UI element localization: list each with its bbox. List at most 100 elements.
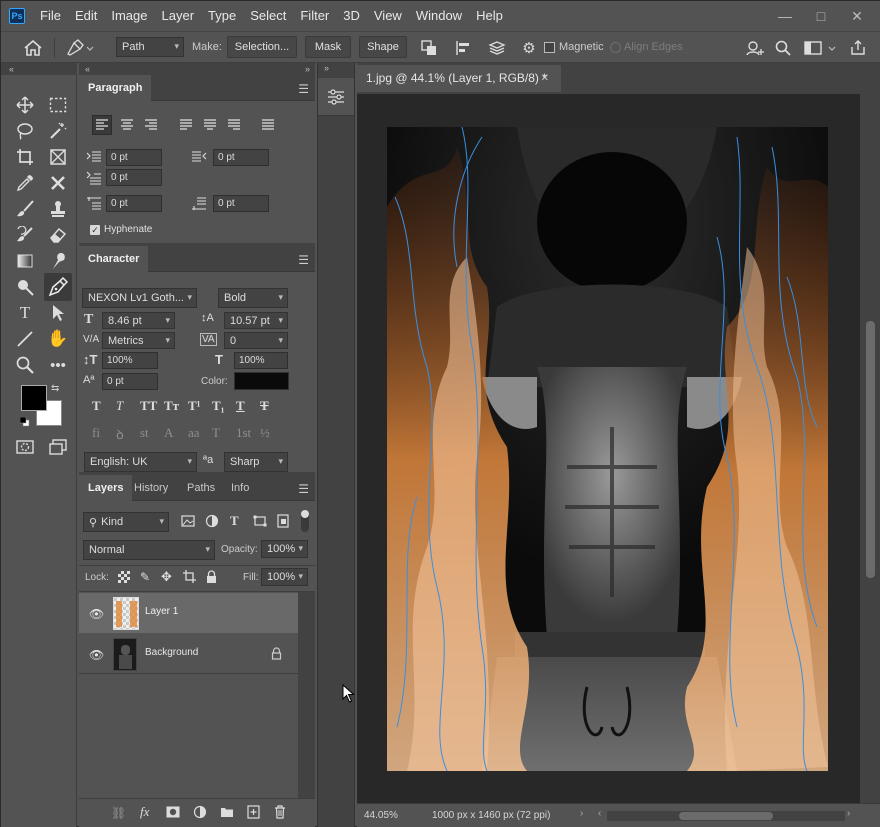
- subscript-button[interactable]: T₁: [212, 398, 225, 414]
- type-tool-icon[interactable]: T: [13, 301, 37, 325]
- path-arrangement-icon[interactable]: [485, 37, 509, 59]
- frame-tool-icon[interactable]: [46, 145, 70, 169]
- expand-strip-icon[interactable]: »: [324, 63, 329, 73]
- make-mask-button[interactable]: Mask: [305, 36, 351, 58]
- make-shape-button[interactable]: Shape: [359, 36, 407, 58]
- gradient-tool-icon[interactable]: [13, 249, 37, 273]
- visibility-eye-icon[interactable]: 👁: [89, 648, 104, 662]
- scroll-left-icon[interactable]: ‹: [598, 808, 601, 819]
- leading-input[interactable]: 10.57 pt ▾: [224, 312, 288, 329]
- tab-history[interactable]: History: [125, 475, 177, 501]
- pen-tool-preset-icon[interactable]: [61, 36, 97, 60]
- canvas-image[interactable]: [387, 127, 828, 771]
- collapse-toolbar-icon[interactable]: «: [1, 63, 77, 75]
- maximize-button[interactable]: □: [803, 4, 839, 28]
- minimize-button[interactable]: —: [767, 4, 803, 28]
- blend-mode-select[interactable]: Normal ▾: [83, 540, 215, 560]
- tab-paragraph[interactable]: Paragraph: [79, 75, 152, 101]
- filter-type-icon[interactable]: T: [230, 513, 239, 529]
- superscript-button[interactable]: T¹: [188, 398, 201, 414]
- layer-name[interactable]: Background: [145, 647, 198, 658]
- path-selection-tool-icon[interactable]: [46, 301, 70, 325]
- language-select[interactable]: English: UK ▾: [84, 452, 197, 472]
- magnetic-checkbox[interactable]: [544, 42, 555, 53]
- lasso-tool-icon[interactable]: [13, 119, 37, 143]
- status-info-arrow-icon[interactable]: ›: [580, 808, 583, 819]
- justify-last-right-button[interactable]: [225, 116, 243, 134]
- swap-colors-icon[interactable]: ⇆: [51, 383, 59, 394]
- delete-layer-icon[interactable]: [274, 805, 286, 819]
- eyedropper-tool-icon[interactable]: [13, 171, 37, 195]
- magic-wand-tool-icon[interactable]: [46, 119, 70, 143]
- menu-help[interactable]: Help: [469, 1, 510, 31]
- space-before-input[interactable]: 0 pt: [106, 195, 162, 212]
- properties-panel-button[interactable]: [318, 78, 354, 116]
- make-selection-button[interactable]: Selection...: [227, 36, 297, 58]
- new-layer-icon[interactable]: [247, 805, 260, 819]
- align-edges-checkbox[interactable]: [610, 42, 621, 53]
- spot-healing-tool-icon[interactable]: [46, 171, 70, 195]
- menu-layer[interactable]: Layer: [155, 1, 202, 31]
- move-tool-icon[interactable]: [13, 93, 37, 117]
- share-icon[interactable]: [847, 37, 869, 59]
- align-right-button[interactable]: [142, 116, 160, 134]
- antialias-select[interactable]: Sharp ▾: [224, 452, 288, 472]
- home-icon[interactable]: [21, 36, 45, 60]
- space-after-input[interactable]: 0 pt: [213, 195, 269, 212]
- marquee-tool-icon[interactable]: [46, 93, 70, 117]
- font-size-input[interactable]: 8.46 pt ▾: [102, 312, 175, 329]
- horizontal-scroll-thumb[interactable]: [679, 812, 773, 820]
- eraser-tool-icon[interactable]: [46, 223, 70, 247]
- quick-mask-icon[interactable]: [13, 435, 37, 459]
- default-colors-icon[interactable]: [19, 416, 30, 427]
- fill-input[interactable]: 100% ▾: [261, 568, 308, 586]
- faux-italic-button[interactable]: T: [116, 398, 123, 414]
- panel-menu-icon[interactable]: ☰: [298, 253, 309, 267]
- layer-row-background[interactable]: 👁 Background: [79, 634, 298, 674]
- vertical-scale-input[interactable]: 100%: [102, 352, 158, 369]
- lock-all-icon[interactable]: [206, 570, 217, 583]
- menu-image[interactable]: Image: [104, 1, 154, 31]
- horizontal-scrollbar[interactable]: [607, 811, 845, 821]
- justify-last-center-button[interactable]: [201, 116, 219, 134]
- font-style-select[interactable]: Bold ▾: [218, 288, 288, 308]
- kerning-select[interactable]: Metrics ▾: [102, 332, 175, 349]
- hand-tool-icon[interactable]: ✋: [46, 327, 70, 351]
- tab-info[interactable]: Info: [222, 475, 258, 501]
- opacity-input[interactable]: 100% ▾: [261, 540, 308, 558]
- tab-paths[interactable]: Paths: [178, 475, 224, 501]
- pen-tool-icon[interactable]: [44, 273, 72, 301]
- filter-shape-icon[interactable]: [253, 515, 267, 527]
- justify-last-left-button[interactable]: [177, 116, 195, 134]
- pen-mode-select[interactable]: Path ▾: [116, 37, 184, 57]
- hyphenate-checkbox[interactable]: ✓: [90, 225, 100, 235]
- filter-smart-object-icon[interactable]: [277, 514, 289, 528]
- menu-type[interactable]: Type: [201, 1, 243, 31]
- menu-view[interactable]: View: [367, 1, 409, 31]
- layer-row-layer-1[interactable]: 👁 Layer 1: [79, 593, 298, 633]
- more-tools-icon[interactable]: •••: [46, 353, 70, 377]
- screen-mode-icon[interactable]: [46, 435, 70, 459]
- path-alignment-icon[interactable]: [451, 37, 475, 59]
- horizontal-scale-input[interactable]: 100%: [234, 352, 288, 369]
- layer-filter-kind-select[interactable]: ⚲ Kind ▾: [83, 512, 169, 532]
- document-tab[interactable]: 1.jpg @ 44.1% (Layer 1, RGB/8) * ✕: [357, 65, 561, 92]
- smudge-tool-icon[interactable]: [46, 249, 70, 273]
- path-operations-icon[interactable]: [417, 37, 441, 59]
- small-caps-button[interactable]: Tт: [164, 398, 179, 414]
- layer-style-fx-icon[interactable]: fx: [140, 804, 149, 820]
- indent-first-line-input[interactable]: 0 pt: [106, 169, 162, 186]
- swash-button[interactable]: st: [140, 425, 149, 441]
- ligatures-button[interactable]: fi: [92, 425, 100, 441]
- zoom-tool-icon[interactable]: [13, 353, 37, 377]
- workspace-switcher-icon[interactable]: [801, 37, 841, 59]
- lock-transparent-icon[interactable]: [118, 571, 130, 583]
- filter-adjustment-icon[interactable]: [205, 514, 219, 528]
- font-family-select[interactable]: NEXON Lv1 Goth... ▾: [82, 288, 197, 308]
- gear-icon[interactable]: ⚙: [518, 37, 540, 59]
- menu-filter[interactable]: Filter: [293, 1, 336, 31]
- tracking-input[interactable]: 0 ▾: [224, 332, 288, 349]
- layer-name[interactable]: Layer 1: [145, 606, 178, 617]
- scroll-right-icon[interactable]: ›: [847, 808, 850, 819]
- ordinals-button[interactable]: 1st: [236, 425, 251, 441]
